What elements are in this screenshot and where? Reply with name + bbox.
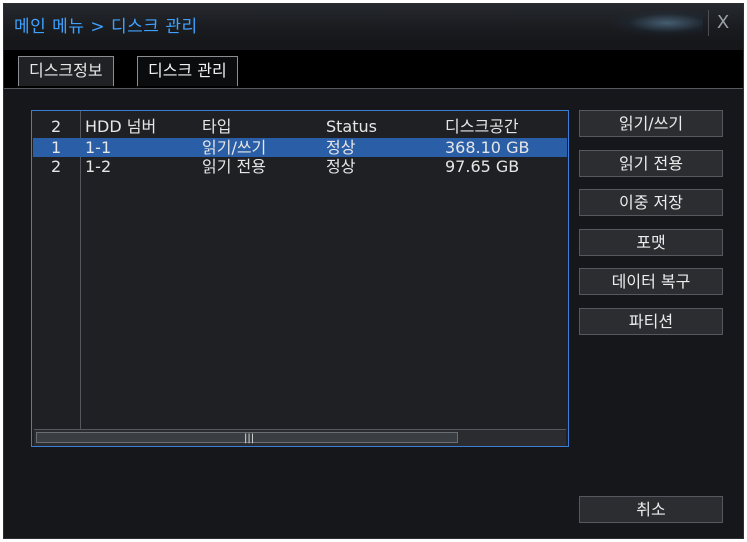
row-status: 정상 — [326, 138, 356, 157]
dialog-window: 메인 메뉴 > 디스크 관리 X 디스크정보 디스크 관리 2 HDD 넘버 타… — [3, 3, 744, 539]
read-only-button[interactable]: 읽기 전용 — [579, 150, 723, 177]
partition-button[interactable]: 파티션 — [579, 308, 723, 335]
table-row[interactable]: 1 1-1 읽기/쓰기 정상 368.10 GB — [33, 138, 567, 157]
tab-divider — [4, 88, 743, 89]
row-disk-space: 97.65 GB — [445, 157, 520, 176]
disk-list[interactable]: 2 HDD 넘버 타입 Status 디스크공간 1 1-1 읽기/쓰기 정상 … — [31, 110, 569, 447]
scrollbar-thumb[interactable]: ||| — [36, 432, 458, 444]
row-disk-space: 368.10 GB — [445, 138, 530, 157]
data-recovery-button[interactable]: 데이터 복구 — [579, 268, 723, 295]
row-type: 읽기/쓰기 — [202, 138, 267, 157]
close-button[interactable]: X — [708, 10, 737, 36]
read-write-button[interactable]: 읽기/쓰기 — [579, 110, 723, 137]
header-disk-space: 디스크공간 — [445, 117, 519, 136]
redundant-storage-button[interactable]: 이중 저장 — [579, 189, 723, 216]
tab-disk-info[interactable]: 디스크정보 — [18, 56, 114, 86]
table-row[interactable]: 2 1-2 읽기 전용 정상 97.65 GB — [33, 157, 567, 176]
header-hdd-number: HDD 넘버 — [85, 117, 157, 136]
header-count: 2 — [51, 117, 62, 136]
tab-disk-management[interactable]: 디스크 관리 — [137, 56, 238, 86]
row-hdd-number: 1-2 — [85, 157, 112, 176]
row-index: 2 — [51, 157, 62, 176]
row-type: 읽기 전용 — [202, 157, 266, 176]
header-type: 타입 — [202, 117, 232, 136]
row-index: 1 — [51, 138, 62, 157]
table-header-row: 2 HDD 넘버 타입 Status 디스크공간 — [33, 117, 567, 136]
title-bar: 메인 메뉴 > 디스크 관리 X — [4, 4, 743, 42]
format-button[interactable]: 포맷 — [579, 229, 723, 256]
grip-icon: ||| — [244, 433, 255, 444]
cancel-button[interactable]: 취소 — [579, 496, 723, 523]
row-status: 정상 — [326, 157, 356, 176]
horizontal-scrollbar[interactable]: ||| — [34, 429, 566, 446]
tab-bar: 디스크정보 디스크 관리 — [4, 50, 743, 88]
header-status: Status — [326, 117, 377, 136]
row-hdd-number: 1-1 — [85, 138, 112, 157]
window-title: 메인 메뉴 > 디스크 관리 — [14, 17, 198, 37]
